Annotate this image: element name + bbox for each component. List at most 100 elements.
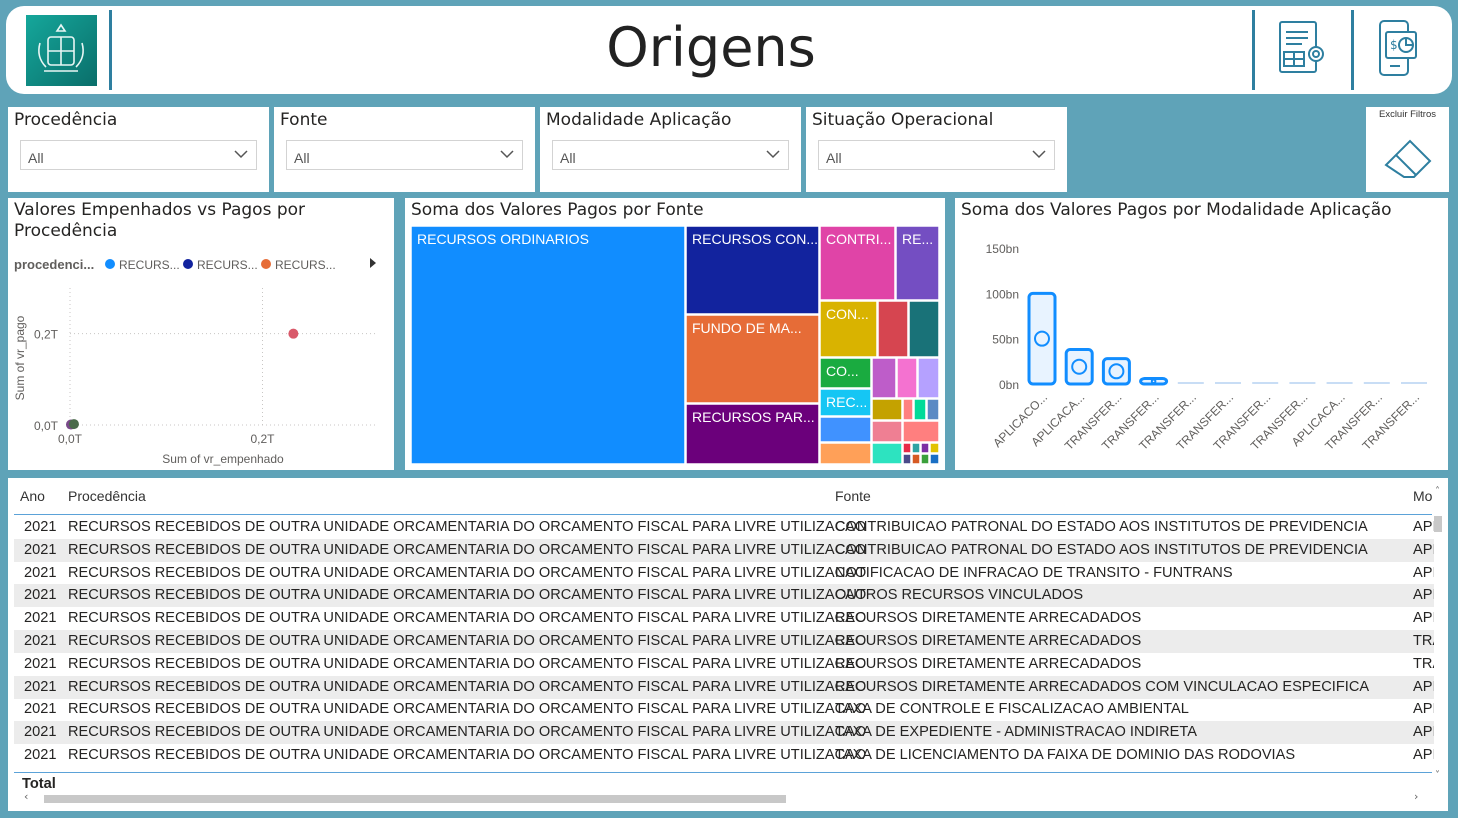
- slicer-fonte: Fonte All: [274, 107, 535, 192]
- table-row[interactable]: 2021 RECURSOS RECEBIDOS DE OUTRA UNIDADE …: [14, 675, 1434, 699]
- total-divider: [14, 772, 1432, 773]
- scatter-visual[interactable]: Valores Empenhados vs Pagos por Procedên…: [8, 198, 394, 470]
- table-cell: 2021: [24, 747, 57, 763]
- legend-item: RECURS...: [275, 258, 336, 272]
- slicer-situacao-operacional: Situação Operacional All: [806, 107, 1067, 192]
- table-row[interactable]: 2021 RECURSOS RECEBIDOS DE OUTRA UNIDADE …: [14, 538, 1434, 562]
- header-divider: [1252, 10, 1255, 90]
- bar: [1363, 382, 1390, 384]
- table-cell: RECURSOS DIRETAMENTE ARRECADADOS: [835, 655, 1142, 672]
- slicer-modalidade-aplicacao: Modalidade Aplicação All: [540, 107, 801, 192]
- column-header-procedencia[interactable]: Procedência: [68, 488, 146, 504]
- legend-item: RECURS...: [197, 258, 258, 272]
- table-cell: API: [1413, 587, 1434, 604]
- bar-visual[interactable]: Soma dos Valores Pagos por Modalidade Ap…: [955, 198, 1448, 470]
- table-row[interactable]: 2021 RECURSOS RECEBIDOS DE OUTRA UNIDADE …: [14, 516, 1434, 539]
- treemap-tile: [871, 398, 903, 421]
- table-cell: CONTRIBUICAO PATRONAL DO ESTADO AOS INST…: [835, 541, 1368, 558]
- treemap-tile: [819, 442, 872, 465]
- treemap-tile-label: RE...: [902, 231, 933, 247]
- table-cell: CONTRIBUICAO PATRONAL DO ESTADO AOS INST…: [835, 519, 1368, 535]
- treemap-tile: [871, 420, 903, 443]
- treemap-tile: [902, 453, 912, 465]
- table-cell: 2021: [24, 701, 57, 718]
- table-cell: 2021: [24, 587, 57, 604]
- table-cell: RECURSOS RECEBIDOS DE OUTRA UNIDADE ORCA…: [68, 519, 867, 535]
- column-header-ano[interactable]: Ano: [20, 488, 45, 504]
- treemap-tile: [926, 398, 940, 421]
- table-cell: RECURSOS RECEBIDOS DE OUTRA UNIDADE ORCA…: [68, 587, 867, 604]
- treemap-tile: [913, 398, 927, 421]
- legend-title: procedenci...: [14, 257, 94, 272]
- clear-filters-button[interactable]: Excluir Filtros: [1366, 107, 1449, 192]
- chevron-down-icon: [1032, 150, 1046, 159]
- table-row[interactable]: 2021 RECURSOS RECEBIDOS DE OUTRA UNIDADE …: [14, 744, 1434, 767]
- table-row[interactable]: 2021 RECURSOS RECEBIDOS DE OUTRA UNIDADE …: [14, 607, 1434, 630]
- vertical-scrollbar[interactable]: ˄ ˅: [1432, 486, 1444, 786]
- table-cell: 2021: [24, 724, 57, 741]
- eraser-icon: [1384, 139, 1432, 178]
- legend-item: RECURS...: [119, 258, 180, 272]
- report-settings-icon[interactable]: [1276, 18, 1336, 82]
- fonte-dropdown[interactable]: All: [286, 140, 523, 170]
- treemap-tile: [871, 442, 903, 465]
- situacao-dropdown[interactable]: All: [818, 140, 1055, 170]
- table-cell: TAXA DE CONTROLE E FISCALIZACAO AMBIENTA…: [835, 701, 1189, 718]
- scroll-down-icon[interactable]: ˅: [1435, 770, 1440, 781]
- treemap-tile-label: FUNDO DE MA...: [692, 320, 802, 336]
- slicer-title: Modalidade Aplicação: [546, 110, 732, 130]
- table-cell: API: [1413, 541, 1434, 558]
- table-cell: TRA: [1413, 655, 1434, 672]
- scroll-right-icon[interactable]: ›: [1414, 790, 1418, 803]
- table-row[interactable]: 2021 RECURSOS RECEBIDOS DE OUTRA UNIDADE …: [14, 698, 1434, 721]
- procedencia-dropdown[interactable]: All: [20, 140, 257, 170]
- scroll-left-icon[interactable]: ‹: [24, 790, 28, 803]
- report-header: Origens $: [6, 6, 1452, 94]
- dropdown-value: All: [826, 150, 842, 166]
- modalidade-dropdown[interactable]: All: [552, 140, 789, 170]
- table-cell: RECURSOS DIRETAMENTE ARRECADADOS: [835, 633, 1142, 649]
- table-row[interactable]: 2021 RECURSOS RECEBIDOS DE OUTRA UNIDADE …: [14, 562, 1434, 585]
- scrollbar-thumb[interactable]: [44, 795, 786, 803]
- table-cell: RECURSOS RECEBIDOS DE OUTRA UNIDADE ORCA…: [68, 747, 867, 763]
- treemap-tile-label: CONTRI...: [826, 231, 891, 247]
- table-cell: RECURSOS RECEBIDOS DE OUTRA UNIDADE ORCA…: [68, 610, 867, 627]
- treemap-tile: [819, 416, 872, 443]
- treemap-tile: [911, 453, 921, 465]
- treemap-tile-label: CO...: [826, 363, 859, 379]
- column-header-modalidade[interactable]: Mo: [1413, 488, 1432, 504]
- treemap-tile-label: RECURSOS CON...: [692, 231, 818, 247]
- treemap-tile: [929, 453, 940, 465]
- scroll-up-icon[interactable]: ˄: [1435, 486, 1440, 497]
- treemap-chart[interactable]: RECURSOS ORDINARIOS RECURSOS CON... FUNDO …: [405, 198, 945, 470]
- header-divider: [109, 10, 112, 90]
- scatter-chart[interactable]: procedenci... RECURS... RECURS... RECURS...…: [8, 198, 394, 470]
- table-row[interactable]: 2021 RECURSOS RECEBIDOS DE OUTRA UNIDADE …: [14, 721, 1434, 745]
- table-cell: 2021: [24, 678, 57, 695]
- dropdown-value: All: [560, 150, 576, 166]
- data-table[interactable]: Ano Procedência Fonte Mo 2021 RECURSOS RE…: [8, 478, 1448, 811]
- mobile-report-icon[interactable]: $: [1374, 18, 1434, 82]
- table-cell: RECURSOS DIRETAMENTE ARRECADADOS COM VIN…: [835, 678, 1370, 695]
- horizontal-scrollbar[interactable]: ‹ ›: [22, 790, 1432, 805]
- table-row[interactable]: 2021 RECURSOS RECEBIDOS DE OUTRA UNIDADE …: [14, 653, 1434, 676]
- column-header-fonte[interactable]: Fonte: [835, 488, 871, 504]
- legend-next-icon[interactable]: [370, 258, 376, 268]
- data-point: [68, 419, 79, 430]
- table-row[interactable]: 2021 RECURSOS RECEBIDOS DE OUTRA UNIDADE …: [14, 584, 1434, 608]
- x-axis-title: Sum of vr_empenhado: [162, 452, 284, 466]
- coat-of-arms-logo: [26, 15, 97, 86]
- scrollbar-thumb[interactable]: [1434, 516, 1442, 532]
- bar: [1252, 382, 1279, 384]
- y-tick-label: 0,0T: [34, 419, 59, 433]
- bar-chart[interactable]: 150bn100bn50bn0bnAPLICACO...APLICACA...T…: [955, 198, 1448, 470]
- slicer-title: Fonte: [280, 110, 328, 130]
- table-row[interactable]: 2021 RECURSOS RECEBIDOS DE OUTRA UNIDADE …: [14, 630, 1434, 653]
- treemap-visual[interactable]: Soma dos Valores Pagos por Fonte RECURSO…: [405, 198, 945, 470]
- table-cell: 2021: [24, 610, 57, 627]
- dropdown-value: All: [294, 150, 310, 166]
- bar: [1215, 382, 1241, 384]
- chevron-down-icon: [500, 150, 514, 159]
- treemap-tile-label: CON...: [826, 306, 869, 322]
- treemap-tile: [920, 442, 930, 454]
